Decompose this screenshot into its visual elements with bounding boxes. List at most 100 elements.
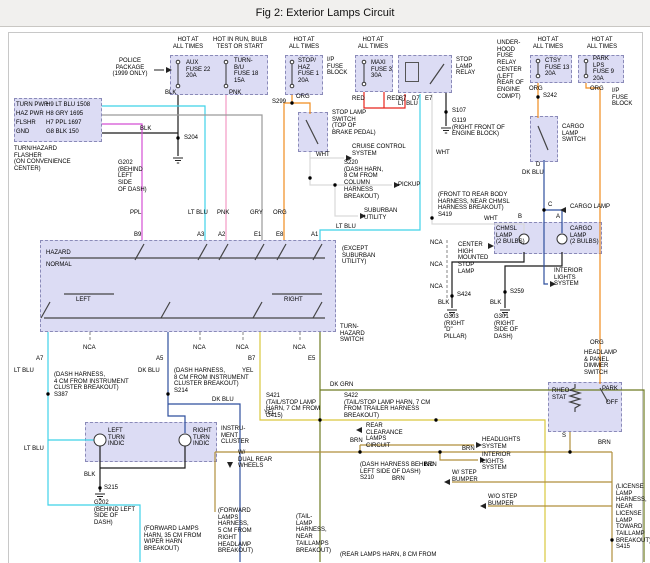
diagram-label: LEFT [76, 297, 91, 304]
diagram-label: TURN PWR [16, 102, 48, 109]
diagram-label: TURN/HAZARD FLASHER (ON CONVENIENCE CENT… [14, 146, 71, 173]
diagram-label: NCA [293, 345, 306, 352]
diagram-label: BRN [392, 476, 405, 483]
diagram-label: HAZ PWR [16, 111, 44, 118]
diagram-label: G303 (RIGHT "D" PILLAR) [444, 314, 467, 341]
diagram-label: NCA [236, 345, 249, 352]
diagram-label: AUX FUSE 22 20A [186, 60, 210, 80]
diagram-label: CARGO LAMP [570, 204, 610, 211]
diagram-label: WHT [316, 152, 330, 159]
diagram-label: B9 [134, 232, 141, 239]
diagram-label: C [548, 202, 552, 209]
diagram-label: S215 [104, 485, 118, 492]
diagram-label: G301 (RIGHT SIDE OF DASH) [494, 314, 518, 341]
diagram-label: (EXCEPT SUBURBAN UTILITY) [342, 246, 375, 266]
diagram-label: A3 [197, 232, 204, 239]
diagram-label: PNK [229, 90, 241, 97]
diagram-label: RHEO- STAT [552, 388, 571, 401]
diagram-label: (FORWARD LAMPS HARN, 35 CM FROM WIPER HA… [144, 526, 201, 553]
diagram-label: CTSY FUSE 13 20A [545, 58, 569, 78]
diagram-label: BLK [165, 90, 176, 97]
diagram-label: E8 [276, 232, 283, 239]
diagram-label: S107 [452, 108, 466, 115]
diagram-label: S242 [543, 93, 557, 100]
diagram-label: MAXI FUSE 3 30A [371, 60, 392, 80]
diagram-label: TURN- HAZARD SWITCH [340, 324, 365, 344]
diagram-label: I/P FUSE BLOCK [327, 57, 347, 77]
diagram-label: GND [16, 129, 29, 136]
diagram-label: CARGO LAMP SWITCH [562, 124, 586, 144]
diagram-label: STOP LAMP SWITCH (TOP OF BRAKE PEDAL) [332, 110, 376, 137]
diagram-label: A7 [36, 356, 43, 363]
diagram-label: YEL [242, 368, 253, 375]
diagram-label: LEFT TURN INDIC [108, 428, 125, 448]
diagram-label: ORG [529, 86, 543, 93]
diagram-label: A5 [156, 356, 163, 363]
diagram-label: BRN [462, 446, 475, 453]
diagram-label: REAR CLEARANCE LAMPS CIRCUIT [366, 423, 403, 450]
diagram-label: H9 LT BLU 1508 [46, 102, 90, 109]
diagram-label: HOT AT ALL TIMES [286, 37, 322, 50]
diagram-label: UNDER- HOOD FUSE RELAY CENTER (LEFT REAR… [497, 40, 524, 100]
diagram-label: (REAR LAMPS HARN, 8 CM FROM [340, 552, 436, 559]
diagram-label: HOT IN RUN, BULB TEST OR START [210, 37, 270, 50]
diagram-label: CRUISE CONTROL SYSTEM [352, 144, 406, 157]
diagram-label: B7 [248, 356, 255, 363]
diagram-label: NCA [430, 284, 443, 291]
diagram-label: FLSHR [16, 120, 36, 127]
diagram-label: POLICE PACKAGE (1999 ONLY) [106, 58, 154, 78]
diagram-label: ORG [590, 340, 604, 347]
diagram-label: W/ DUAL REAR WHEELS [238, 450, 272, 470]
diagram-label: TURN- B/U FUSE 18 15A [234, 58, 258, 85]
diagram-label: LT BLU [336, 224, 356, 231]
diagram-label: RIGHT TURN INDIC [193, 428, 212, 448]
diagram-label: BLK [84, 472, 95, 479]
diagram-label: S422 (TAIL/STOP LAMP HARN, 7 CM FROM TRA… [344, 393, 430, 420]
diagram-label: W/O STEP BUMPER [488, 494, 517, 507]
diagram-label: G202 (BEHIND LEFT SIDE OF DASH) [94, 500, 135, 527]
diagram-label: OFF [606, 400, 618, 407]
diagram-label: NCA [83, 345, 96, 352]
diagram-label: HOT AT ALL TIMES [582, 37, 622, 50]
diagram-label: INTERIOR LIGHTS SYSTEM [554, 268, 583, 288]
diagram-label: INTERIOR LIGHTS SYSTEM [482, 452, 511, 472]
diagram-label: SUBURBAN UTILITY [364, 208, 397, 221]
wiring-diagram-page: Fig 2: Exterior Lamps Circuit HOT AT ALL… [0, 0, 650, 563]
diagram-label: S424 [457, 292, 471, 299]
diagram-label: LT BLU [14, 368, 34, 375]
diagram-label: G119 (RIGHT FRONT OF ENGINE BLOCK) [452, 118, 505, 138]
diagram-label: D7 [412, 96, 420, 103]
diagram-label: W/ STEP BUMPER [452, 470, 478, 483]
diagram-label: S220 (DASH HARN, 8 CM FROM COLUMN HARNES… [344, 160, 383, 200]
diagram-label: A [556, 214, 560, 221]
diagram-label: INSTRU- MENT CLUSTER [221, 426, 249, 446]
diagram-label: A2 [218, 232, 225, 239]
diagram-label: PARK LPS FUSE 9 20A [593, 56, 614, 83]
diagram-label: BRN [424, 462, 437, 469]
diagram-label: HOT AT ALL TIMES [528, 37, 568, 50]
diagram-label: S204 [184, 135, 198, 142]
diagram-label: S421 (TAIL/STOP LAMP HARN, 7 CM FROM G41… [266, 393, 320, 420]
diagram-label: WHT [484, 216, 498, 223]
diagram-label: NCA [430, 240, 443, 247]
diagram-label: (TAIL- LAMP HARNESS, NEAR TAILLAMPS BREA… [296, 514, 331, 554]
diagram-label: LT BLU [188, 210, 208, 217]
diagram-label: HAZARD [46, 250, 71, 257]
diagram-label: (FRONT TO REAR BODY HARNESS, NEAR CHMSL … [438, 192, 510, 219]
diagram-label: BLK [140, 126, 151, 133]
diagram-label: RIGHT [284, 297, 303, 304]
diagram-label: NCA [430, 262, 443, 269]
diagram-label: S [562, 433, 566, 440]
diagram-label: BLK [490, 300, 501, 307]
diagram-label: WHT [436, 150, 450, 157]
labels-layer: HOT AT ALL TIMES HOT IN RUN, BULB TEST OR… [0, 0, 650, 563]
diagram-label: NCA [193, 345, 206, 352]
diagram-label: GRY [250, 210, 263, 217]
diagram-label: BRN [598, 440, 611, 447]
diagram-label: LT BLU [24, 446, 44, 453]
diagram-label: DK BLU [212, 397, 234, 404]
diagram-label: STOP/ HAZ FUSE 1 20A [298, 58, 319, 85]
diagram-label: H7 PPL 1697 [46, 120, 81, 127]
diagram-label: E5 [308, 356, 315, 363]
diagram-label: (DASH HARNESS, 8 CM FROM INSTRUMENT CLUS… [174, 368, 249, 395]
